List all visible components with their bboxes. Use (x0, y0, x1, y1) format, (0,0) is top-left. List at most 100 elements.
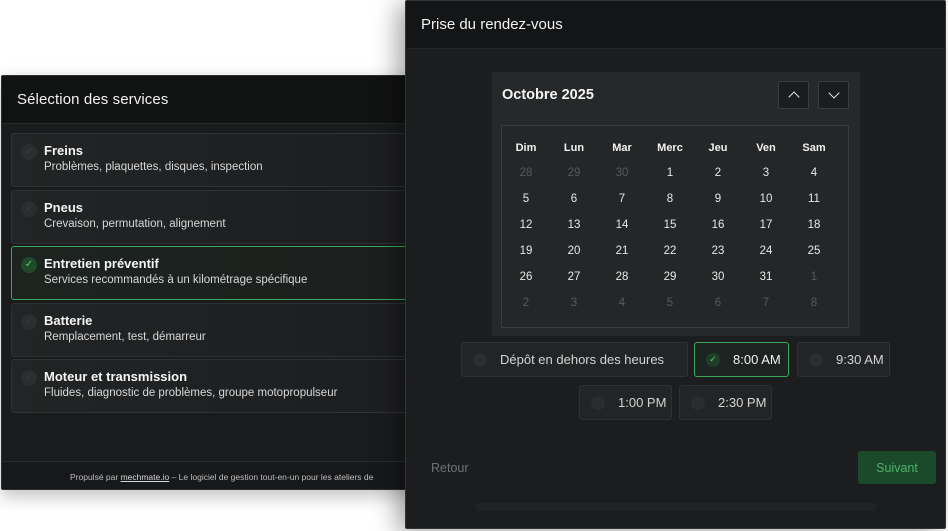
services-title: Sélection des services (17, 91, 169, 108)
calendar-day[interactable]: 26 (502, 264, 550, 290)
calendar-day[interactable]: 28 (598, 264, 646, 290)
slot-label: 9:30 AM (836, 352, 884, 367)
radio-circle-icon (691, 395, 705, 410)
calendar-month-label: Octobre 2025 (502, 87, 594, 103)
calendar-day[interactable]: 17 (742, 212, 790, 238)
service-item-moteur-transmission[interactable]: ✓ Moteur et transmission Fluides, diagno… (11, 359, 420, 414)
calendar-week-row: 12 13 14 15 16 17 18 (502, 212, 848, 238)
calendar-day[interactable]: 11 (790, 186, 838, 212)
next-button[interactable]: Suivant (858, 451, 936, 484)
calendar-day[interactable]: 6 (694, 290, 742, 316)
calendar-day[interactable]: 8 (646, 186, 694, 212)
back-button[interactable]: Retour (431, 461, 469, 475)
calendar-day[interactable]: 31 (742, 264, 790, 290)
calendar-week-row: 2 3 4 5 6 7 8 (502, 290, 848, 316)
calendar-day[interactable]: 27 (550, 264, 598, 290)
calendar-day[interactable]: 22 (646, 238, 694, 264)
weekday-label: Lun (563, 142, 585, 154)
calendar-day[interactable]: 3 (550, 290, 598, 316)
calendar-day[interactable]: 12 (502, 212, 550, 238)
weekday-label: Ven (756, 142, 776, 154)
calendar-day[interactable]: 30 (598, 160, 646, 186)
slot-230-pm[interactable]: 2:30 PM (679, 385, 772, 420)
appointment-panel: Prise du rendez-vous Octobre 2025 Dim Lu… (405, 0, 946, 529)
calendar-day[interactable]: 6 (550, 186, 598, 212)
calendar-day[interactable]: 9 (694, 186, 742, 212)
appointment-body: Octobre 2025 Dim Lun Mar Merc Jeu Ven Sa… (406, 49, 945, 528)
calendar-day[interactable]: 15 (646, 212, 694, 238)
calendar-day[interactable]: 1 (646, 160, 694, 186)
weekday-label: Jeu (708, 142, 728, 154)
previous-month-button[interactable] (778, 81, 809, 109)
next-month-button[interactable] (818, 81, 849, 109)
weekday-label: Mar (612, 142, 632, 154)
calendar-day[interactable]: 20 (550, 238, 598, 264)
chevron-down-icon (827, 87, 840, 99)
calendar-day[interactable]: 24 (742, 238, 790, 264)
calendar-day[interactable]: 25 (790, 238, 838, 264)
calendar-day[interactable]: 5 (646, 290, 694, 316)
calendar-day[interactable]: 19 (502, 238, 550, 264)
chevron-up-icon (787, 91, 800, 103)
calendar-day[interactable]: 2 (502, 290, 550, 316)
service-name: Freins (44, 143, 84, 158)
check-circle-icon: ✓ (21, 257, 37, 274)
calendar-day[interactable]: 4 (790, 160, 838, 186)
service-item-entretien-preventif[interactable]: ✓ Entretien préventif Services recommand… (11, 246, 420, 301)
service-item-freins[interactable]: ✓ Freins Problèmes, plaquettes, disques,… (11, 133, 420, 187)
service-item-batterie[interactable]: ✓ Batterie Remplacement, test, démarreur (11, 302, 420, 357)
calendar-day[interactable]: 18 (790, 212, 838, 238)
slot-label: 2:30 PM (718, 395, 767, 410)
slot-930-am[interactable]: 9:30 AM (797, 342, 890, 377)
weekday-label: Merc (657, 142, 683, 154)
calendar-week-row: 28 29 30 1 2 3 4 (502, 160, 848, 186)
calendar-day[interactable]: 1 (790, 264, 838, 290)
services-list: ✓ Freins Problèmes, plaquettes, disques,… (11, 133, 420, 416)
mechmate-link[interactable]: mechmate.io (121, 472, 170, 482)
check-circle-icon: ✓ (21, 313, 37, 330)
service-name: Entretien préventif (44, 256, 159, 272)
powered-by-footer: Propulsé par mechmate.io – Le logiciel d… (2, 461, 420, 489)
calendar-day[interactable]: 5 (502, 186, 550, 212)
service-description: Crevaison, permutation, alignement (44, 217, 226, 230)
weekday-label: Dim (515, 142, 537, 154)
calendar-day[interactable]: 14 (598, 212, 646, 238)
slot-100-pm[interactable]: 1:00 PM (579, 385, 672, 420)
calendar-day[interactable]: 10 (742, 186, 790, 212)
calendar-day[interactable]: 23 (694, 238, 742, 264)
calendar-day[interactable]: 28 (502, 160, 550, 186)
check-circle-icon: ✓ (706, 352, 720, 367)
slot-after-hours-dropoff[interactable]: Dépôt en dehors des heures (461, 342, 688, 377)
service-name: Moteur et transmission (44, 369, 188, 385)
service-description: Problèmes, plaquettes, disques, inspecti… (44, 161, 263, 173)
footer-prefix: Propulsé par (70, 472, 121, 482)
calendar-grid: Dim Lun Mar Merc Jeu Ven Sam 28 29 30 1 … (501, 125, 849, 328)
slot-800-am[interactable]: ✓ 8:00 AM (694, 342, 789, 377)
calendar-day[interactable]: 29 (646, 264, 694, 290)
calendar-day[interactable]: 3 (742, 160, 790, 186)
calendar-day[interactable]: 21 (598, 238, 646, 264)
calendar-day[interactable]: 29 (550, 160, 598, 186)
calendar-day[interactable]: 4 (598, 290, 646, 316)
calendar-day[interactable]: 7 (598, 186, 646, 212)
calendar-day[interactable]: 2 (694, 160, 742, 186)
calendar-day[interactable]: 8 (790, 290, 838, 316)
radio-circle-icon (809, 352, 823, 367)
service-name: Pneus (44, 199, 84, 215)
service-description: Remplacement, test, démarreur (44, 330, 206, 343)
check-circle-icon: ✓ (21, 144, 37, 160)
calendar-day[interactable]: 13 (550, 212, 598, 238)
calendar-week-row: 19 20 21 22 23 24 25 (502, 238, 848, 264)
check-circle-icon: ✓ (21, 200, 37, 217)
service-item-pneus[interactable]: ✓ Pneus Crevaison, permutation, aligneme… (11, 189, 420, 244)
appointment-header: Prise du rendez-vous (406, 1, 945, 49)
next-button-label: Suivant (876, 460, 918, 475)
calendar-week-row: 5 6 7 8 9 10 11 (502, 186, 848, 212)
calendar-week-row: 26 27 28 29 30 31 1 (502, 264, 848, 290)
calendar-day[interactable]: 16 (694, 212, 742, 238)
weekday-label: Sam (802, 142, 826, 154)
calendar-day[interactable]: 30 (694, 264, 742, 290)
slot-label: 1:00 PM (618, 395, 667, 410)
footer-suffix: – Le logiciel de gestion tout-en-un pour… (169, 472, 374, 482)
calendar-day[interactable]: 7 (742, 290, 790, 316)
